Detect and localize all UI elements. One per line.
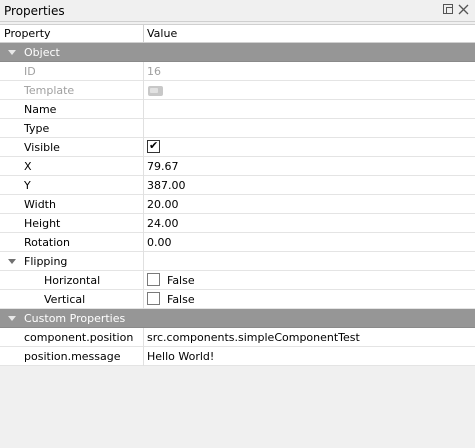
row-flipping[interactable]: Flipping — [0, 252, 475, 271]
row-id[interactable]: ID 16 — [0, 62, 475, 81]
row-value: 16 — [147, 65, 161, 78]
group-object[interactable]: Object — [0, 43, 475, 62]
row-label: Height — [24, 217, 61, 230]
row-value[interactable]: 20.00 — [147, 198, 179, 211]
row-label: Rotation — [24, 236, 71, 249]
row-height[interactable]: Height 24.00 — [0, 214, 475, 233]
row-label: ID — [24, 65, 36, 78]
row-value[interactable]: 387.00 — [147, 179, 186, 192]
row-x[interactable]: X 79.67 — [0, 157, 475, 176]
chevron-down-icon[interactable] — [8, 259, 16, 264]
row-label: Y — [24, 179, 31, 192]
row-width[interactable]: Width 20.00 — [0, 195, 475, 214]
row-template[interactable]: Template — [0, 81, 475, 100]
close-icon[interactable] — [458, 4, 470, 16]
row-value: False — [167, 274, 195, 287]
row-value[interactable]: Hello World! — [147, 350, 214, 363]
template-icon — [148, 86, 163, 96]
header-value[interactable]: Value — [147, 27, 177, 40]
vertical-checkbox[interactable] — [147, 292, 160, 305]
row-component-position[interactable]: component.position src.components.simple… — [0, 328, 475, 347]
row-label: X — [24, 160, 32, 173]
row-value[interactable]: 79.67 — [147, 160, 179, 173]
group-label: Object — [24, 46, 60, 59]
panel-title: Properties — [4, 4, 65, 18]
row-value[interactable]: 0.00 — [147, 236, 172, 249]
row-label: Width — [24, 198, 56, 211]
row-rotation[interactable]: Rotation 0.00 — [0, 233, 475, 252]
visible-checkbox[interactable] — [147, 139, 160, 153]
horizontal-checkbox[interactable] — [147, 273, 160, 286]
group-label: Custom Properties — [24, 312, 126, 325]
group-custom-properties[interactable]: Custom Properties — [0, 309, 475, 328]
row-value: False — [167, 293, 195, 306]
row-label: Type — [24, 122, 50, 135]
row-y[interactable]: Y 387.00 — [0, 176, 475, 195]
row-value[interactable]: src.components.simpleComponentTest — [147, 331, 360, 344]
row-horizontal[interactable]: Horizontal False — [0, 271, 475, 290]
row-label: Template — [24, 84, 75, 97]
table-header: Property Value — [0, 25, 475, 43]
row-label: Flipping — [24, 255, 68, 268]
row-label: position.message — [24, 350, 121, 363]
row-type[interactable]: Type — [0, 119, 475, 138]
row-label: Name — [24, 103, 57, 116]
header-property[interactable]: Property — [4, 27, 51, 40]
float-icon[interactable] — [443, 4, 455, 16]
chevron-down-icon[interactable] — [8, 316, 16, 321]
row-value[interactable]: 24.00 — [147, 217, 179, 230]
row-name[interactable]: Name — [0, 100, 475, 119]
row-position-message[interactable]: position.message Hello World! — [0, 347, 475, 366]
chevron-down-icon[interactable] — [8, 50, 16, 55]
panel-titlebar: Properties — [0, 0, 475, 22]
row-visible[interactable]: Visible — [0, 138, 475, 157]
properties-table: Property Value Object ID 16 Template Nam… — [0, 24, 475, 448]
row-label: Vertical — [44, 293, 86, 306]
row-label: component.position — [24, 331, 134, 344]
properties-panel: Properties Property Value Object ID 16 T… — [0, 0, 475, 448]
row-label: Visible — [24, 141, 60, 154]
row-label: Horizontal — [44, 274, 101, 287]
row-vertical[interactable]: Vertical False — [0, 290, 475, 309]
